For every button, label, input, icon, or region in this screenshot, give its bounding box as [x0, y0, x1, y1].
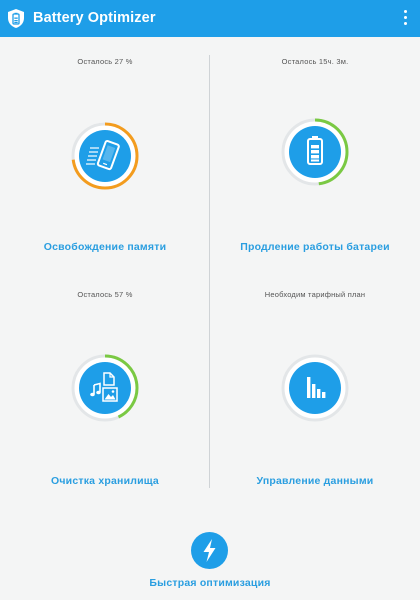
memory-cleanup-label[interactable]: Освобождение памяти [0, 241, 210, 253]
tile-battery-extend[interactable]: Осталось 15ч. 3м. Продление работы батар… [210, 0, 420, 270]
quick-optimization-label[interactable]: Быстрая оптимизация [0, 577, 420, 589]
tile-data-management[interactable]: Необходим тарифный план Управление данны… [210, 270, 420, 500]
tile-storage-cleanup[interactable]: Осталось 57 % Очистка хранилища [0, 270, 210, 500]
battery-extend-button[interactable] [280, 117, 350, 187]
battery-extend-label[interactable]: Продление работы батареи [210, 241, 420, 253]
storage-status: Осталось 57 % [77, 290, 133, 299]
storage-cleanup-button[interactable] [70, 353, 140, 423]
lightning-icon[interactable] [191, 532, 228, 569]
data-management-button[interactable] [280, 353, 350, 423]
memory-status: Осталось 27 % [77, 57, 133, 66]
data-management-label[interactable]: Управление данными [210, 475, 420, 487]
battery-status: Осталось 15ч. 3м. [281, 57, 349, 66]
data-status: Необходим тарифный план [264, 290, 366, 299]
storage-cleanup-label[interactable]: Очистка хранилища [0, 475, 210, 487]
memory-cleanup-button[interactable] [70, 121, 140, 191]
tile-memory-cleanup[interactable]: Осталось 27 % Освобождение памяти [0, 0, 210, 270]
quick-optimization[interactable]: Быстрая оптимизация [0, 528, 420, 600]
